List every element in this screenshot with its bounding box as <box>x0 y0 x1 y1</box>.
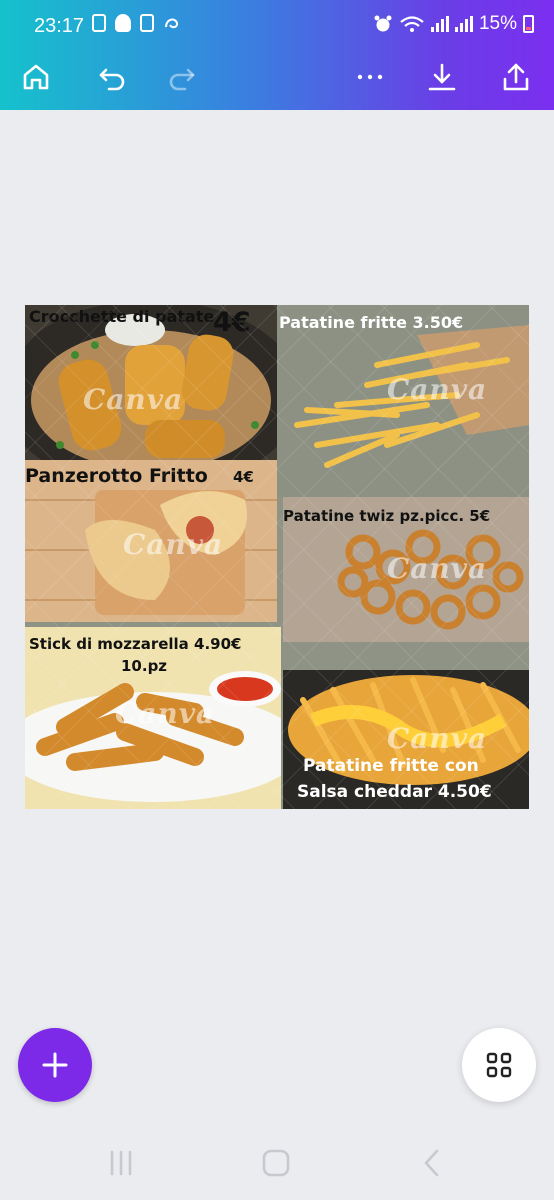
menu-item-panzerotto[interactable]: Panzerotto Fritto 4€ Canva <box>25 460 277 622</box>
canva-watermark: Canva <box>83 383 184 416</box>
battery-percent: 15% <box>478 13 517 34</box>
notification-icon <box>92 14 106 32</box>
item-label: Crocchette di patate <box>29 307 215 326</box>
canva-watermark: Canva <box>123 528 224 561</box>
plus-icon <box>42 1052 68 1078</box>
canva-watermark: Canva <box>387 722 488 755</box>
wifi-icon <box>400 16 424 32</box>
status-bar: 23:17 15% <box>0 0 554 52</box>
menu-item-patatine-cheddar[interactable]: Patatine fritte con Salsa cheddar 4.50€ … <box>283 670 529 809</box>
more-icon <box>357 74 383 80</box>
item-label: Patatine fritte 3.50€ <box>279 313 464 332</box>
design-canvas[interactable]: Crocchette di patate 4€ Canva Patatine f… <box>25 305 529 809</box>
back-icon <box>424 1149 439 1177</box>
item-price: 4€ <box>233 468 254 486</box>
app-notification-icon <box>115 14 131 32</box>
redo-button[interactable] <box>160 56 204 98</box>
item-label-secondary: Salsa cheddar 4.50€ <box>297 782 492 802</box>
share-button[interactable] <box>494 56 538 98</box>
home-button[interactable] <box>14 56 58 98</box>
signal-icon <box>454 16 473 32</box>
battery-icon <box>523 15 534 33</box>
home-nav-icon <box>262 1149 290 1177</box>
add-element-button[interactable] <box>18 1028 92 1102</box>
item-label: Patatine fritte con <box>303 756 479 776</box>
menu-item-crocchette[interactable]: Crocchette di patate 4€ Canva <box>25 305 277 460</box>
canva-watermark: Canva <box>387 373 488 406</box>
menu-item-patatine-fritte[interactable]: Patatine fritte 3.50€ Canva <box>277 305 529 497</box>
system-nav-bar <box>0 1125 554 1200</box>
canva-watermark: Canva <box>115 697 216 730</box>
item-label-secondary: 10.pz <box>121 657 168 675</box>
item-label: Stick di mozzarella 4.90€ <box>29 635 242 653</box>
download-button[interactable] <box>420 56 464 98</box>
item-label: Patatine twiz pz.picc. 5€ <box>283 507 491 525</box>
status-time: 23:17 <box>34 15 85 37</box>
editor-toolbar <box>0 52 554 110</box>
app-header: 23:17 15% <box>0 0 554 110</box>
gallery-notification-icon <box>140 14 154 32</box>
item-label: Panzerotto Fritto <box>25 465 208 487</box>
undo-button[interactable] <box>90 56 134 98</box>
canva-notification-icon <box>165 18 179 29</box>
back-button[interactable] <box>402 1143 462 1183</box>
menu-item-stick-mozzarella[interactable]: Stick di mozzarella 4.90€ 10.pz Canva <box>25 627 281 809</box>
home-icon <box>23 64 49 90</box>
grid-icon <box>486 1052 512 1078</box>
undo-icon <box>99 68 125 91</box>
recent-apps-icon <box>110 1150 132 1176</box>
notification-icons <box>92 14 181 32</box>
share-icon <box>503 63 529 91</box>
system-indicators: 15% <box>373 13 534 35</box>
menu-item-patatine-twiz[interactable]: Patatine twiz pz.picc. 5€ Canva <box>283 497 529 642</box>
signal-icon <box>430 16 449 32</box>
more-button[interactable] <box>348 56 392 98</box>
alarm-icon <box>374 15 392 32</box>
item-price: 4€ <box>213 307 251 338</box>
recent-apps-button[interactable] <box>91 1143 151 1183</box>
download-icon <box>428 63 456 91</box>
home-nav-button[interactable] <box>246 1143 306 1183</box>
canva-watermark: Canva <box>387 552 488 585</box>
redo-icon <box>169 68 195 91</box>
pages-grid-button[interactable] <box>462 1028 536 1102</box>
